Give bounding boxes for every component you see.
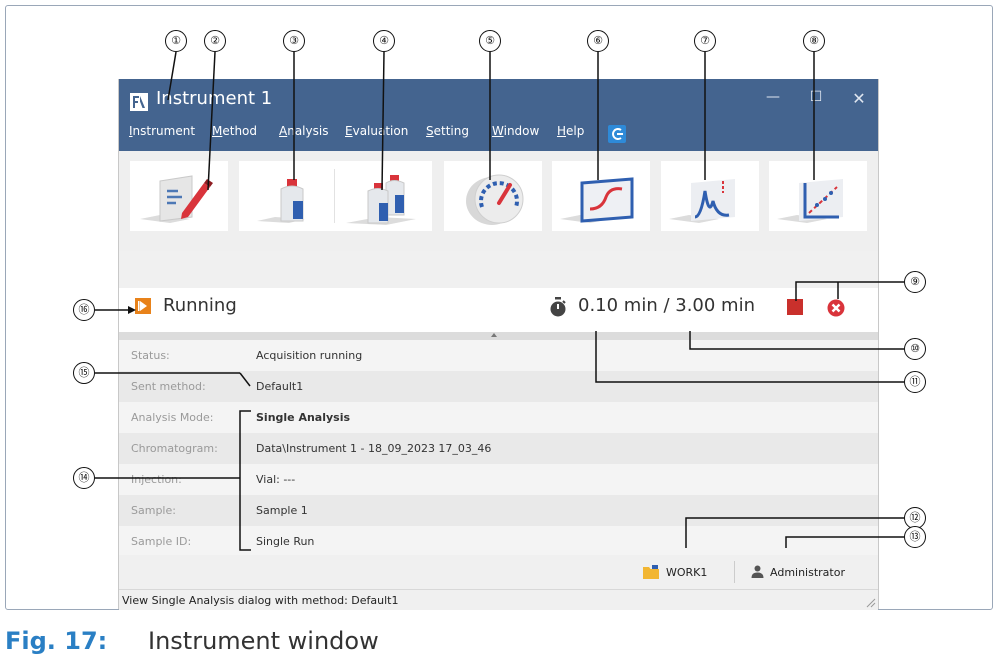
callout-16: ⑯ — [73, 299, 95, 321]
callout-14: ⑭ — [73, 467, 95, 489]
callout-10: ⑩ — [904, 338, 926, 360]
callout-11: ⑪ — [904, 371, 926, 393]
callout-15: ⑮ — [73, 362, 95, 384]
callout-3: ③ — [283, 30, 305, 52]
callout-5: ⑤ — [479, 30, 501, 52]
callout-9: ⑨ — [904, 271, 926, 293]
callout-7: ⑦ — [694, 30, 716, 52]
callout-13: ⑬ — [904, 526, 926, 548]
callout-4: ④ — [373, 30, 395, 52]
callout-2: ② — [204, 30, 226, 52]
callout-leaders — [95, 51, 904, 551]
callout-6: ⑥ — [587, 30, 609, 52]
caption-text: Instrument window — [148, 627, 379, 655]
figure-caption: Fig. 17: Instrument window — [0, 610, 998, 668]
callout-8: ⑧ — [803, 30, 825, 52]
caption-number: Fig. 17: — [5, 627, 108, 655]
callout-1: ① — [165, 30, 187, 52]
